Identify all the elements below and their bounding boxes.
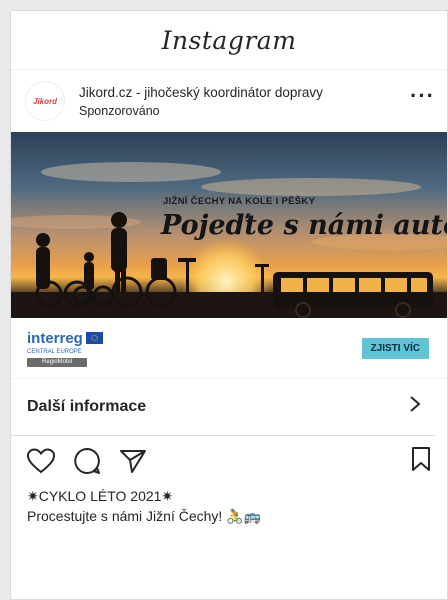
instagram-logo[interactable]: Instagram bbox=[162, 26, 297, 55]
share-icon[interactable] bbox=[119, 448, 147, 474]
learn-more-button[interactable]: ZJISTI VÍC bbox=[361, 337, 429, 359]
sponsored-label: Sponzorováno bbox=[79, 103, 160, 118]
post-actions bbox=[11, 436, 447, 486]
caption-line-2: Procestujte s námi Jižní Čechy! 🚴🚌 bbox=[27, 508, 262, 524]
more-info-label: Další informace bbox=[27, 398, 147, 415]
caption-line-1: ✷CYKLO LÉTO 2021✷ bbox=[27, 488, 174, 504]
hero-subtitle: JIŽNÍ ČECHY NA KOLE I PĚŠKY bbox=[163, 196, 316, 207]
top-bar: Instagram bbox=[11, 11, 447, 70]
ad-banner: interreg CENTRAL EUROPE RegioMobil ZJIST… bbox=[11, 318, 447, 379]
avatar[interactable]: Jikord bbox=[25, 81, 65, 121]
interreg-sub: CENTRAL EUROPE bbox=[27, 348, 82, 355]
interreg-brand: interreg bbox=[27, 329, 83, 347]
more-info-row[interactable]: Další informace bbox=[11, 379, 435, 436]
instagram-window: Instagram Jikord Jikord.cz - jihočeský k… bbox=[10, 10, 448, 600]
post-caption: ✷CYKLO LÉTO 2021✷ Procestujte s námi Již… bbox=[11, 486, 447, 526]
post-meta: Jikord.cz - jihočeský koordinátor doprav… bbox=[79, 85, 410, 118]
chevron-right-icon bbox=[409, 395, 421, 419]
post-image[interactable]: JIŽNÍ ČECHY NA KOLE I PĚŠKY Pojeďte s ná… bbox=[11, 132, 447, 318]
more-options-icon[interactable]: ··· bbox=[410, 85, 435, 111]
account-name[interactable]: Jikord.cz - jihočeský koordinátor doprav… bbox=[79, 85, 410, 100]
eu-flag-icon bbox=[85, 332, 103, 344]
comment-icon[interactable] bbox=[73, 447, 101, 475]
post-header: Jikord Jikord.cz - jihočeský koordinátor… bbox=[11, 70, 447, 132]
interreg-tag: RegioMobil bbox=[27, 357, 87, 367]
interreg-logo: interreg CENTRAL EUROPE RegioMobil bbox=[27, 330, 103, 367]
heart-icon[interactable] bbox=[27, 448, 55, 474]
hero-title: Pojeďte s námi autobusem! bbox=[161, 210, 447, 241]
avatar-logo-text: Jikord bbox=[32, 96, 57, 106]
bookmark-icon[interactable] bbox=[411, 446, 431, 477]
